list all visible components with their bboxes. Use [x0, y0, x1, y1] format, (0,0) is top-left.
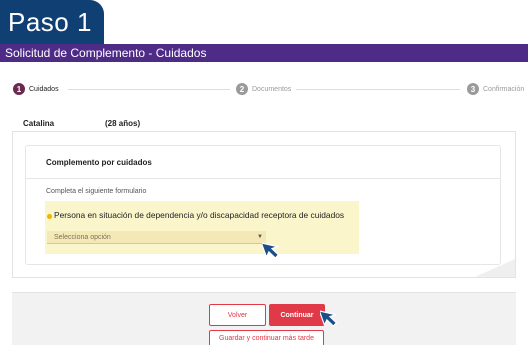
form-title: Solicitud de Complemento - Cuidados: [5, 46, 207, 60]
save-later-button[interactable]: Guardar y continuar más tarde: [209, 330, 324, 345]
person-name: Catalina: [23, 119, 55, 128]
step-number: 2: [236, 83, 248, 95]
question-label: Persona en situación de dependencia y/o …: [54, 210, 345, 220]
step-documentos: 2 Documentos: [236, 81, 291, 97]
mouse-cursor-icon: [320, 310, 338, 327]
paso-label: Paso 1: [0, 0, 104, 44]
step-confirmacion: 3 Confirmación: [467, 81, 524, 97]
stepper: 1 Cuidados 2 Documentos 3 Confirmación: [0, 81, 528, 97]
required-dot: [47, 214, 52, 219]
footer-actions: Volver Continuar Guardar y continuar más…: [12, 292, 516, 345]
section-divider: [26, 178, 500, 179]
mouse-cursor-icon: [262, 242, 280, 259]
question-block: Persona en situación de dependencia y/o …: [45, 201, 359, 254]
back-button[interactable]: Volver: [209, 304, 266, 326]
option-select[interactable]: Selecciona opción ▼: [47, 231, 266, 244]
form-hint: Completa el siguiente formulario: [46, 188, 147, 195]
card-corner-decoration: [475, 259, 515, 277]
person-age: (28 años): [105, 119, 141, 128]
select-placeholder: Selecciona opción: [54, 234, 111, 241]
form-title-bar: Solicitud de Complemento - Cuidados: [0, 44, 528, 62]
section-title: Complemento por cuidados: [46, 158, 152, 167]
stepper-line-2: [296, 89, 460, 90]
stepper-line-1: [68, 89, 230, 90]
continue-button[interactable]: Continuar: [269, 304, 325, 326]
step-label: Confirmación: [483, 85, 525, 93]
step-number: 3: [467, 83, 479, 95]
step-number: 1: [13, 83, 25, 95]
step-cuidados: 1 Cuidados: [13, 81, 59, 97]
step-label: Documentos: [252, 85, 292, 93]
step-label: Cuidados: [29, 85, 59, 93]
